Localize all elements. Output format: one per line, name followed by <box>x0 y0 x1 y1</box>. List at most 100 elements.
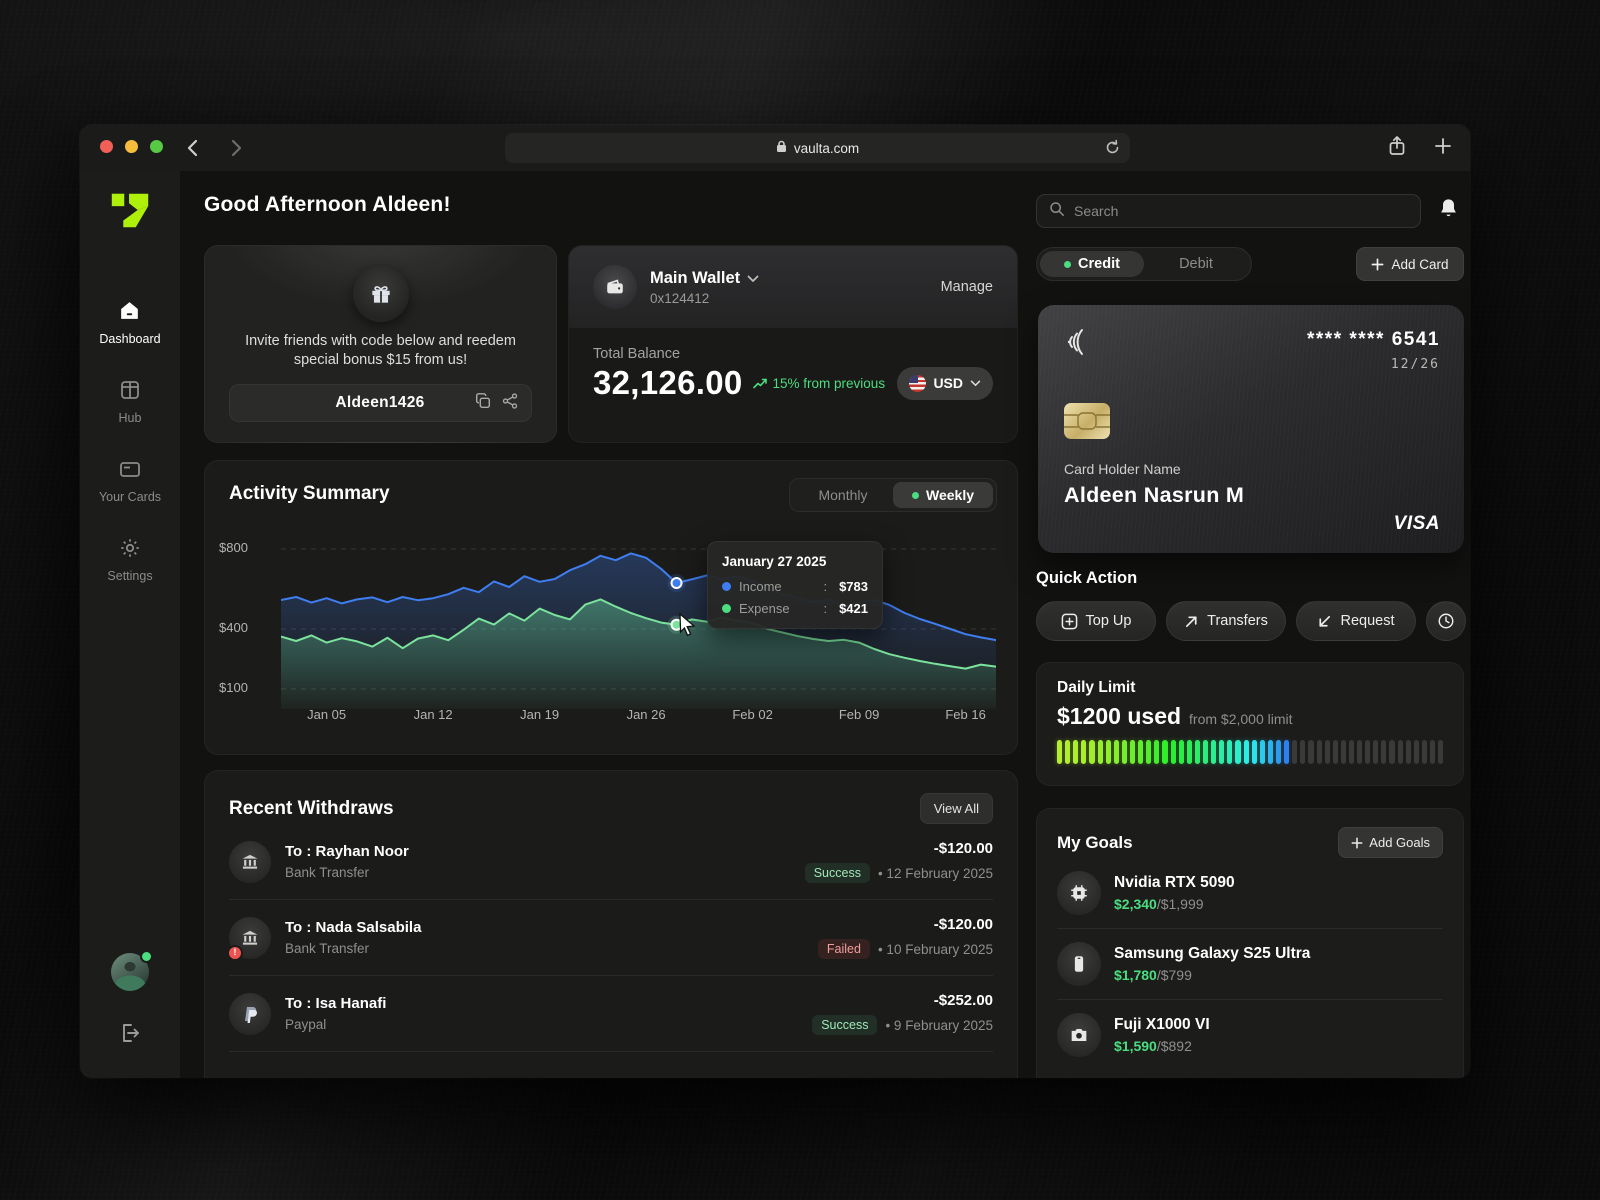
logout-icon[interactable] <box>118 1021 142 1050</box>
desktop-background: vaulta.com <box>0 0 1600 1200</box>
toggle-debit[interactable]: Debit <box>1144 251 1248 277</box>
withdraw-recipient: To : Rayhan Noor <box>285 843 409 860</box>
limit-segment <box>1341 740 1346 764</box>
url-text: vaulta.com <box>794 141 859 156</box>
transfers-button[interactable]: Transfers <box>1166 601 1286 641</box>
goal-saved: $2,340 <box>1114 896 1157 912</box>
goal-item[interactable]: Nvidia RTX 5090 $2,340/$1,999 <box>1057 858 1443 929</box>
withdraw-method: Paypal <box>285 1017 386 1032</box>
maximize-window-button[interactable] <box>150 140 163 153</box>
url-bar[interactable]: vaulta.com <box>505 133 1130 163</box>
minimize-window-button[interactable] <box>125 140 138 153</box>
sidebar-item-label: Settings <box>107 569 152 583</box>
limit-segment <box>1430 740 1435 764</box>
withdraw-amount: -$120.00 <box>818 916 993 933</box>
sidebar-item-your-cards[interactable]: Your Cards <box>99 457 161 504</box>
quick-action-row: Top Up Transfers Request <box>1036 601 1466 641</box>
limit-segment <box>1195 740 1200 764</box>
wallet-icon <box>593 265 637 309</box>
user-avatar[interactable] <box>111 953 149 991</box>
limit-segment <box>1389 740 1394 764</box>
withdraw-recipient: To : Nada Salsabila <box>285 919 421 936</box>
chevron-down-icon[interactable] <box>747 269 759 288</box>
total-balance-value: 32,126.00 <box>593 364 743 402</box>
request-button[interactable]: Request <box>1296 601 1416 641</box>
search-input[interactable] <box>1074 203 1408 219</box>
limit-segment <box>1268 740 1273 764</box>
x-tick-label: Jan 05 <box>307 707 346 722</box>
invite-code-field[interactable]: Aldeen1426 <box>229 384 532 422</box>
top-up-button[interactable]: Top Up <box>1036 601 1156 641</box>
withdraw-date: • 10 February 2025 <box>878 942 993 957</box>
add-goals-button[interactable]: Add Goals <box>1338 827 1443 858</box>
limit-segment <box>1406 740 1411 764</box>
x-tick-label: Feb 02 <box>732 707 772 722</box>
toggle-credit[interactable]: Credit <box>1040 251 1144 277</box>
vaulta-logo <box>107 187 153 238</box>
share-icon[interactable] <box>1388 135 1406 162</box>
goal-name: Nvidia RTX 5090 <box>1114 874 1235 892</box>
sidebar-item-hub[interactable]: Hub <box>118 378 142 425</box>
limit-segment <box>1162 740 1167 764</box>
sidebar-item-settings[interactable]: Settings <box>107 536 152 583</box>
status-badge: Success <box>812 1015 877 1035</box>
x-tick-label: Feb 16 <box>945 707 985 722</box>
toggle-weekly[interactable]: Weekly <box>893 482 993 508</box>
activity-chart[interactable] <box>281 539 996 709</box>
share-nodes-icon[interactable] <box>501 392 519 415</box>
add-card-button[interactable]: Add Card <box>1356 247 1464 281</box>
limit-segment <box>1422 740 1427 764</box>
copy-icon[interactable] <box>474 392 492 415</box>
goal-item[interactable]: Samsung Galaxy S25 Ultra $1,780/$799 <box>1057 929 1443 1000</box>
manage-link[interactable]: Manage <box>941 279 993 295</box>
chart-tooltip: January 27 2025 Income : $783 Expense : … <box>707 541 883 629</box>
x-tick-label: Jan 12 <box>414 707 453 722</box>
failed-alert-icon: ! <box>227 945 243 961</box>
refresh-icon[interactable] <box>1104 139 1121 159</box>
wallet-card: Main Wallet 0x124412 Manage Total Balanc… <box>568 245 1018 443</box>
withdraw-row[interactable]: To : Isa Hanafi Paypal -$252.00 Success … <box>229 976 993 1052</box>
forward-icon[interactable] <box>225 137 247 159</box>
us-flag-icon <box>909 375 926 392</box>
card-expiry: 12/26 <box>1391 357 1440 372</box>
close-window-button[interactable] <box>100 140 113 153</box>
withdraw-date: • 9 February 2025 <box>885 1018 993 1033</box>
toggle-monthly[interactable]: Monthly <box>793 482 893 508</box>
activity-title: Activity Summary <box>229 483 390 505</box>
visa-logo: VISA <box>1394 513 1440 535</box>
history-button[interactable] <box>1426 601 1466 641</box>
plus-icon <box>1371 258 1384 271</box>
new-tab-icon[interactable] <box>1434 137 1452 160</box>
withdraw-row[interactable]: ! To : Nada Salsabila Bank Transfer -$12… <box>229 900 993 976</box>
daily-limit-note: from $2,000 limit <box>1189 711 1292 727</box>
limit-segment <box>1260 740 1265 764</box>
credit-card[interactable]: **** **** 6541 12/26 Card Holder Name Al… <box>1038 305 1464 553</box>
limit-segment <box>1106 740 1111 764</box>
view-all-button[interactable]: View All <box>920 793 993 824</box>
active-dot <box>1064 261 1071 268</box>
card-number-masked: **** **** 6541 <box>1307 329 1440 351</box>
currency-selector[interactable]: USD <box>897 367 993 400</box>
goal-target: /$799 <box>1157 967 1192 983</box>
chevron-down-icon <box>970 380 981 387</box>
goal-name: Fuji X1000 VI <box>1114 1016 1210 1034</box>
daily-limit-used: $1200 used <box>1057 703 1181 730</box>
wallet-name: Main Wallet <box>650 269 740 288</box>
withdraw-row[interactable]: To : Rayhan Noor Bank Transfer -$120.00 … <box>229 824 993 900</box>
sidebar: Dashboard Hub Your Cards <box>80 171 180 1078</box>
active-dot <box>912 492 919 499</box>
limit-segment <box>1317 740 1322 764</box>
card-holder-label: Card Holder Name <box>1064 461 1181 477</box>
sidebar-item-dashboard[interactable]: Dashboard <box>99 298 160 346</box>
sidebar-item-label: Your Cards <box>99 490 161 504</box>
mouse-cursor <box>677 613 699 642</box>
notification-bell-icon[interactable] <box>1438 197 1459 225</box>
limit-segment <box>1098 740 1103 764</box>
income-dot <box>722 582 731 591</box>
goal-item[interactable]: Fuji X1000 VI $1,590/$892 <box>1057 1000 1443 1070</box>
tooltip-date: January 27 2025 <box>722 554 868 569</box>
limit-segment <box>1308 740 1313 764</box>
back-icon[interactable] <box>181 137 203 159</box>
limit-segment <box>1138 740 1143 764</box>
y-tick-label: $400 <box>219 620 271 635</box>
